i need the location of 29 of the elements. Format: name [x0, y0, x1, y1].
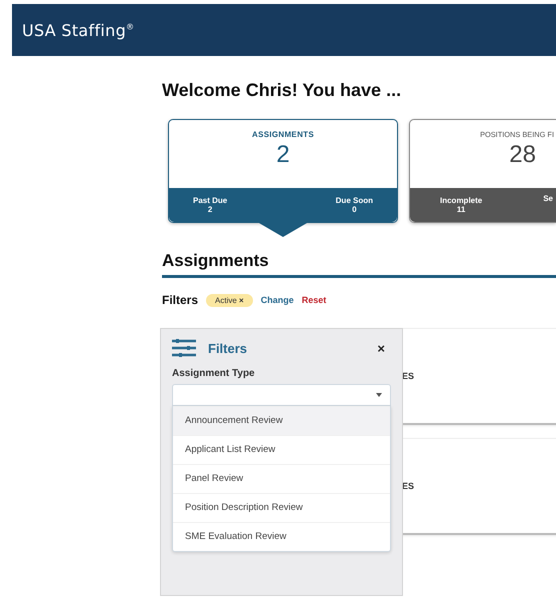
dropdown-option[interactable]: Position Description Review: [173, 493, 390, 522]
pointer-icon: [259, 223, 307, 237]
section-heading: Assignments: [162, 251, 270, 272]
dropdown-option[interactable]: Announcement Review: [173, 406, 390, 435]
welcome-heading: Welcome Chris! You have ...: [162, 80, 402, 102]
filter-chip[interactable]: Active ×: [206, 294, 253, 306]
caret-icon: [376, 393, 382, 397]
stat-label: Se: [543, 194, 553, 203]
filters-label: Filters: [162, 293, 198, 307]
stat-label: Due Soon: [336, 196, 373, 205]
reset-link[interactable]: Reset: [302, 295, 326, 305]
card-title: ASSIGNMENTS: [252, 130, 314, 139]
field-label: Assignment Type: [172, 368, 256, 379]
stat-value: 11: [456, 205, 466, 214]
assignment-type-select[interactable]: [172, 384, 391, 406]
card-count: 28: [509, 141, 536, 169]
dropdown-option[interactable]: SME Evaluation Review: [173, 522, 390, 551]
stat-label: Past Due: [193, 196, 228, 205]
dropdown-option[interactable]: Applicant List Review: [173, 435, 390, 464]
dropdown-option[interactable]: Panel Review: [173, 464, 390, 493]
close-button[interactable]: ×: [371, 340, 391, 356]
change-link[interactable]: Change: [260, 295, 294, 305]
stat-value: 0: [352, 205, 357, 214]
filter-sliders-icon: [172, 339, 196, 357]
stat-label: Incomplete: [440, 196, 482, 205]
stat-value: 2: [208, 205, 212, 214]
logo[interactable]: USA Staffing$^{®}$: [22, 20, 134, 40]
card-count: 2: [276, 141, 290, 169]
panel-title: Filters: [208, 340, 248, 356]
